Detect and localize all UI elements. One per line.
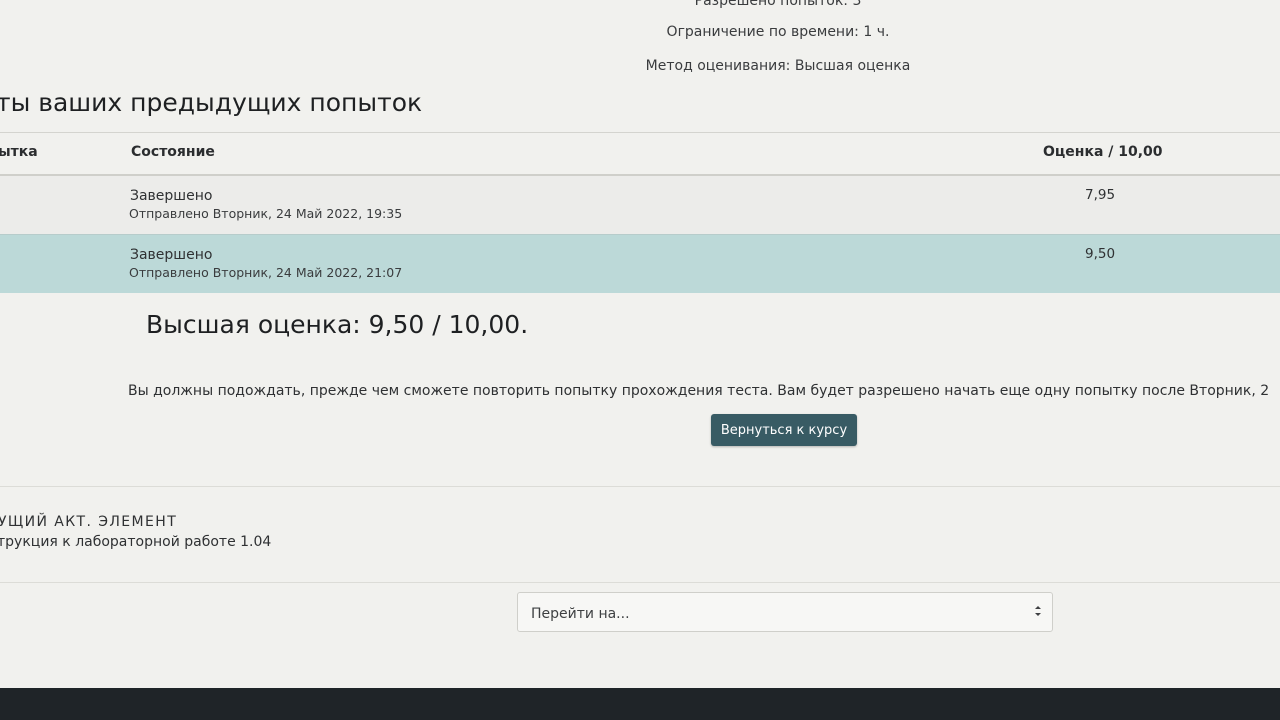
attempts-summary-heading: ты ваших предыдущих попыток <box>0 88 423 117</box>
table-top-divider <box>0 132 1280 133</box>
column-header-state: Состояние <box>131 144 215 160</box>
table-row-highlighted: Завершено Отправлено Вторник, 24 Май 202… <box>0 234 1280 293</box>
best-grade-heading: Высшая оценка: 9,50 / 10,00. <box>146 310 529 339</box>
jump-to-placeholder: Перейти на... <box>531 606 630 622</box>
section-divider <box>0 486 1280 487</box>
attempts-allowed-text: Разрешено попыток: 3 <box>694 0 862 9</box>
monitor-bezel <box>0 688 1280 720</box>
quiz-view-page: Разрешено попыток: 3 Ограничение по врем… <box>0 0 1280 688</box>
time-limit-text: Ограничение по времени: 1 ч. <box>666 24 890 40</box>
column-header-grade: Оценка / 10,00 <box>1043 144 1163 160</box>
column-header-attempt: ытка <box>0 144 38 160</box>
attempt-state: Завершено <box>130 247 213 263</box>
attempt-grade: 7,95 <box>1085 187 1116 203</box>
attempt-state: Завершено <box>130 188 213 204</box>
table-row: Завершено Отправлено Вторник, 24 Май 202… <box>0 176 1280 234</box>
grading-method-text: Метод оценивания: Высшая оценка <box>645 58 911 74</box>
attempt-grade: 9,50 <box>1085 246 1116 262</box>
select-caret-icon <box>1035 606 1041 616</box>
previous-activity-link[interactable]: трукция к лабораторной работе 1.04 <box>0 534 271 550</box>
previous-activity-label: УЩИЙ АКТ. ЭЛЕМЕНТ <box>0 514 178 530</box>
section-divider <box>0 582 1280 583</box>
jump-to-select[interactable]: Перейти на... <box>517 592 1053 632</box>
attempt-submitted-date: Отправлено Вторник, 24 Май 2022, 19:35 <box>129 206 403 221</box>
wait-message: Вы должны подождать, прежде чем сможете … <box>128 383 1270 399</box>
attempt-submitted-date: Отправлено Вторник, 24 Май 2022, 21:07 <box>129 265 403 280</box>
back-to-course-button[interactable]: Вернуться к курсу <box>711 414 857 446</box>
